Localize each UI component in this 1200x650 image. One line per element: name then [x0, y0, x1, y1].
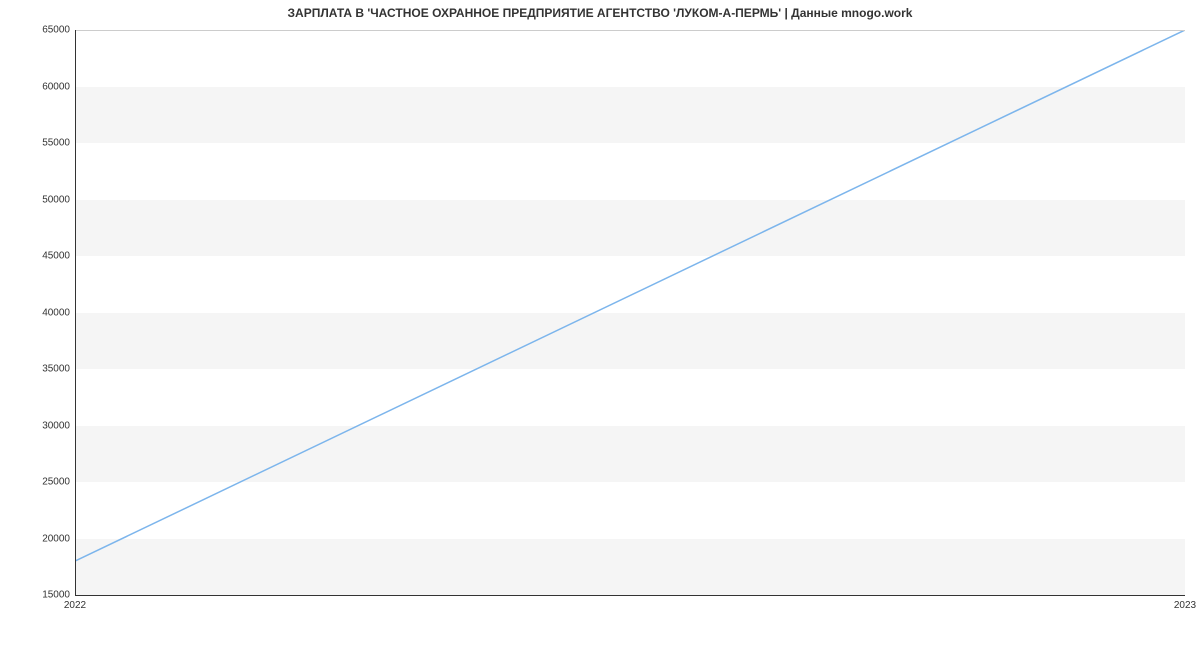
chart-title: ЗАРПЛАТА В 'ЧАСТНОЕ ОХРАННОЕ ПРЕДПРИЯТИЕ…	[0, 6, 1200, 20]
x-tick-label: 2023	[1174, 600, 1196, 611]
y-tick-label: 60000	[10, 81, 70, 92]
y-tick-label: 25000	[10, 477, 70, 488]
plot-frame-top	[75, 30, 1185, 31]
plot-area	[75, 30, 1185, 595]
y-tick-label: 30000	[10, 420, 70, 431]
y-tick-label: 65000	[10, 25, 70, 36]
y-tick-label: 15000	[10, 590, 70, 601]
y-tick-label: 50000	[10, 194, 70, 205]
plot-frame-bottom	[75, 595, 1185, 596]
y-tick-label: 55000	[10, 138, 70, 149]
chart-line	[75, 30, 1185, 595]
y-tick-label: 35000	[10, 364, 70, 375]
y-tick-label: 40000	[10, 307, 70, 318]
line-chart: ЗАРПЛАТА В 'ЧАСТНОЕ ОХРАННОЕ ПРЕДПРИЯТИЕ…	[0, 0, 1200, 650]
x-tick-label: 2022	[64, 600, 86, 611]
y-tick-label: 20000	[10, 533, 70, 544]
plot-frame-left	[75, 30, 76, 595]
y-tick-label: 45000	[10, 251, 70, 262]
